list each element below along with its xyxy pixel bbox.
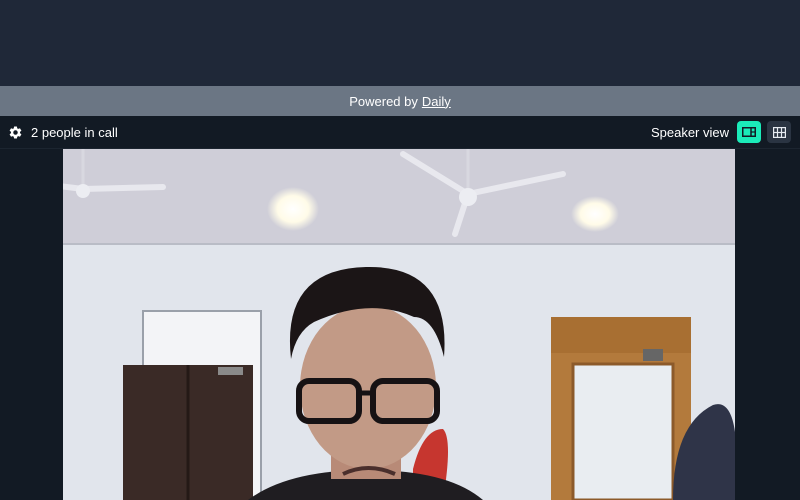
video-stage xyxy=(0,149,800,500)
speaker-view-button[interactable] xyxy=(737,121,761,143)
daily-link[interactable]: Daily xyxy=(422,94,451,109)
speaker-layout-icon xyxy=(742,127,756,137)
participant-video[interactable] xyxy=(63,149,735,500)
view-mode-label: Speaker view xyxy=(650,124,729,140)
participant-count: 2 people in call xyxy=(31,124,118,140)
grid-view-button[interactable] xyxy=(767,121,791,143)
powered-by-text: Powered by xyxy=(349,93,418,109)
call-toolbar: 2 people in call Speaker view xyxy=(0,116,800,149)
gear-icon[interactable] xyxy=(8,125,23,140)
grid-layout-icon xyxy=(772,126,786,138)
top-empty-area xyxy=(0,0,800,86)
powered-by-banner: Powered by Daily xyxy=(0,86,800,116)
